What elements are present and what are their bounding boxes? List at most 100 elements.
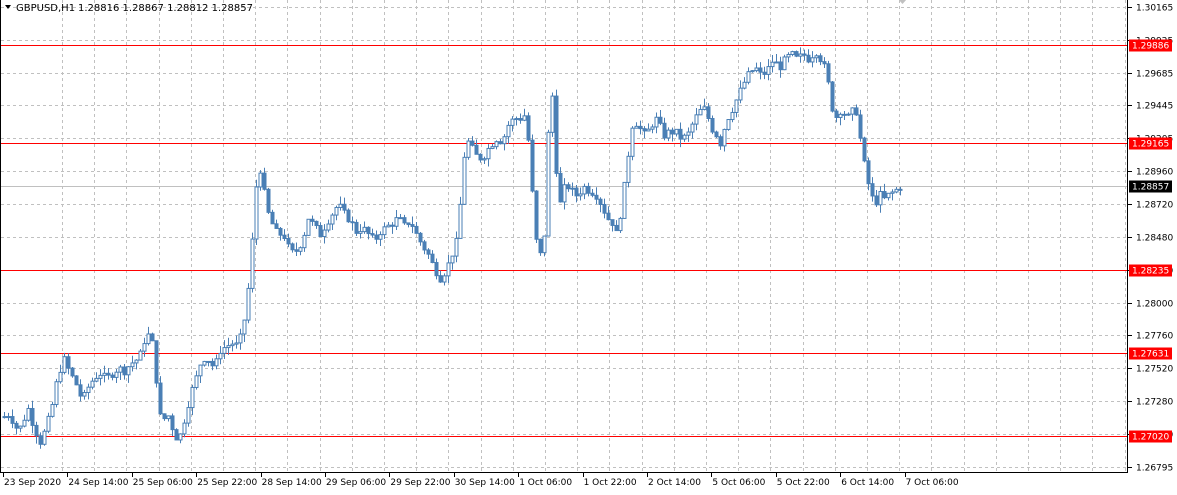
candle-body [866,160,871,185]
candle-body [502,136,507,145]
candle-body [362,226,367,233]
candle-body [374,234,379,240]
candle-body [286,238,291,245]
candle-body [306,218,311,236]
y-tick-label: 1.27520 [1136,365,1173,375]
x-tick-label: 30 Sep 14:00 [455,478,515,488]
candle-body [130,362,135,368]
candle-body [370,233,375,236]
candle-body [690,123,695,133]
candle-body [30,407,35,426]
candle-body [78,384,83,397]
level-tag-label: 1.29165 [1132,140,1169,150]
candle-body [418,232,423,243]
chart-background [0,0,1177,495]
candle-body [350,221,355,224]
candle-body [862,137,867,162]
candle-body [270,211,275,225]
candle-body [322,229,327,238]
y-tick-label: 1.30165 [1136,4,1173,14]
candle-body [258,172,263,188]
candle-body [762,71,767,75]
y-tick-label: 1.28960 [1136,168,1173,178]
candle-body [534,190,539,240]
candle-body [626,155,631,183]
x-tick-label: 28 Sep 14:00 [262,478,322,488]
candle-body [282,234,287,240]
candle-body [178,433,183,441]
candle-body [646,128,651,132]
candle-body [230,343,235,347]
x-tick-label: 23 Sep 2020 [4,478,61,488]
candle-body [662,122,667,139]
candle-body [546,131,551,237]
candle-body [462,156,467,205]
candle-body [422,241,427,251]
candle-body [302,234,307,249]
candle-body [706,106,711,119]
candle-body [474,144,479,155]
candle-body [242,319,247,335]
candle-body [2,416,7,419]
candle-body [22,419,27,427]
price-chart[interactable]: 1.301651.299251.296851.294451.292051.289… [0,0,1177,495]
candle-body [454,237,459,257]
candle-body [114,371,119,378]
candle-body [10,416,15,424]
y-tick-label: 1.28000 [1136,300,1173,310]
candle-body [118,366,123,373]
candle-body [410,224,415,227]
y-tick-label: 1.28720 [1136,201,1173,211]
candle-body [354,221,359,234]
y-tick-label: 1.29685 [1136,70,1173,80]
candle-body [14,422,19,429]
candle-body [110,374,115,378]
candle-body [542,235,547,254]
candle-body [734,99,739,113]
candle-body [74,375,79,386]
candle-body [458,203,463,239]
y-tick-label: 1.27280 [1136,398,1173,408]
candle-body [198,364,203,377]
candle-body [678,128,683,140]
candle-body [82,392,87,397]
candle-body [494,141,499,148]
candle-body [858,114,863,139]
candle-body [334,206,339,216]
candle-body [238,333,243,344]
candle-body [266,188,271,213]
candle-body [326,223,331,231]
candle-body [378,234,383,240]
candle-body [90,380,95,388]
candle-body [182,422,187,435]
candle-body [450,255,455,264]
candle-body [702,106,707,110]
candle-body [330,214,335,225]
candle-body [202,360,207,366]
candle-body [70,367,75,377]
candle-body [666,129,671,139]
candle-body [774,61,779,64]
candle-body [746,71,751,83]
candle-body [210,360,215,367]
candle-body [42,430,47,445]
candle-body [842,113,847,116]
candle-body [794,51,799,57]
candle-body [98,374,103,379]
candle-body [622,181,627,219]
candle-body [442,275,447,283]
candle-body [38,435,43,445]
candle-body [630,127,635,157]
candle-body [106,372,111,376]
candle-body [246,287,251,321]
candle-body [726,119,731,130]
candle-body [714,131,719,138]
chart-header[interactable]: GBPUSD,H1 1.28816 1.28867 1.28812 1.2885… [5,3,253,14]
candle-body [742,81,747,89]
candle-body [86,386,91,394]
candle-body [54,381,59,406]
candle-body [834,110,839,118]
candle-body [366,226,371,235]
candle-body [490,146,495,149]
candle-body [786,53,791,58]
